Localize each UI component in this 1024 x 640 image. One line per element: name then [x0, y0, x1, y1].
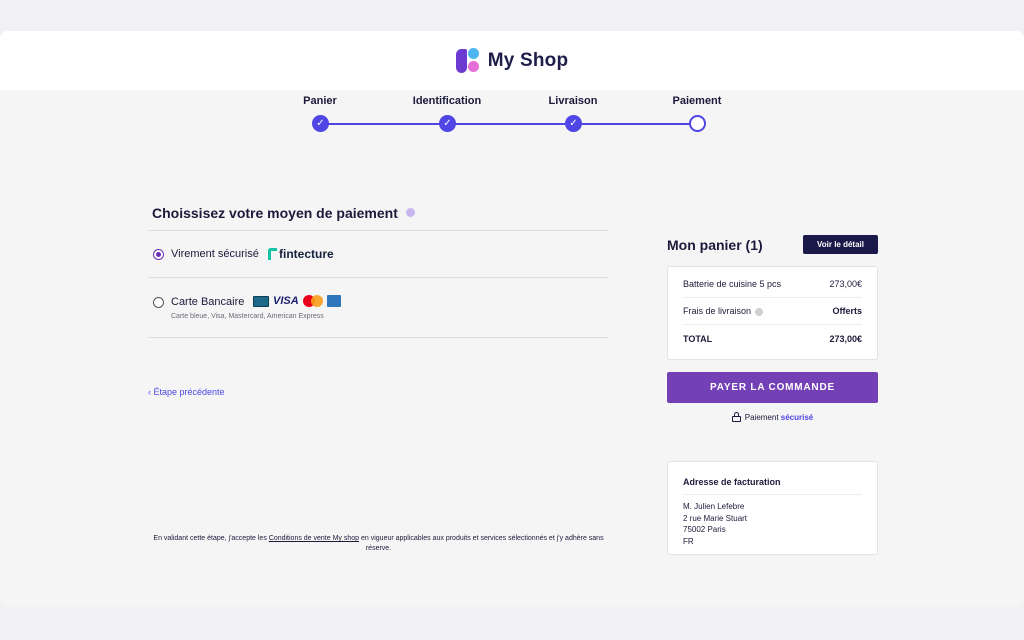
total-value: 273,00€: [829, 333, 862, 344]
stepper-line: [320, 123, 698, 125]
cart-header: Mon panier (1) Voir le détail: [667, 235, 878, 254]
address-line: 2 rue Marie Stuart: [683, 513, 748, 523]
radio-card[interactable]: [153, 297, 164, 308]
view-detail-button[interactable]: Voir le détail: [803, 235, 878, 254]
brand-name: My Shop: [487, 49, 569, 71]
fintecture-icon: [268, 248, 277, 260]
check-icon: ✓: [565, 115, 582, 132]
amex-icon: [326, 295, 341, 307]
carte-bleue-icon: [253, 295, 269, 307]
payment-option-transfer[interactable]: Virement sécurisé fintecture: [148, 230, 609, 277]
legal-text: En validant cette étape, j'accepte les: [153, 535, 269, 542]
step-panier[interactable]: Panier ✓: [265, 95, 375, 132]
summary-row: Batterie de cuisine 5 pcs 273,00€: [683, 271, 862, 298]
shipping-label: Frais de livraison: [683, 306, 752, 316]
shipping-value: Offerts: [832, 306, 862, 316]
cart-title: Mon panier (1): [667, 236, 763, 253]
info-icon[interactable]: [755, 307, 764, 316]
secure-highlight: sécurisé: [780, 412, 814, 422]
billing-address-card: Adresse de facturation M. Julien Lefebre…: [667, 461, 878, 555]
step-identification[interactable]: Identification ✓: [392, 95, 502, 132]
legal-text: en vigueur applicables aux produits et s…: [359, 535, 604, 552]
step-label: Identification: [412, 95, 482, 107]
payment-option-card[interactable]: Carte Bancaire VISA Carte bleue, Visa, M…: [148, 277, 609, 337]
option-label: Virement sécurisé: [171, 248, 259, 260]
address-line: M. Julien Lefebre: [683, 502, 745, 511]
summary-row: TOTAL 273,00€: [683, 325, 862, 352]
check-icon: ✓: [312, 115, 329, 132]
payment-title: Choissisez votre moyen de paiement: [148, 195, 609, 230]
address-line: 75002 Paris: [683, 525, 726, 534]
previous-step-link[interactable]: ‹ Étape précédente: [148, 387, 225, 397]
checkout-stepper: Panier ✓ Identification ✓ Livraison ✓ Pa…: [290, 95, 730, 140]
pay-order-button[interactable]: PAYER LA COMMANDE: [667, 372, 878, 403]
summary-row: Frais de livraison Offerts: [683, 298, 862, 325]
step-label: Panier: [303, 95, 337, 107]
step-label: Livraison: [548, 95, 598, 107]
header: My Shop: [0, 31, 1024, 90]
card-logos: VISA: [253, 295, 341, 307]
radio-transfer[interactable]: [153, 249, 164, 260]
payment-method-section: Choissisez votre moyen de paiement Virem…: [148, 195, 609, 397]
address-line: FR: [683, 536, 694, 546]
total-label: TOTAL: [683, 333, 713, 344]
legal-notice: En validant cette étape, j'accepte les C…: [148, 534, 609, 554]
check-icon: ✓: [439, 115, 456, 132]
info-icon[interactable]: [405, 208, 415, 217]
visa-icon: VISA: [273, 295, 299, 307]
step-label: Paiement: [672, 95, 722, 107]
option-label: Carte Bancaire: [171, 296, 245, 308]
option-sub-label: Carte bleue, Visa, Mastercard, American …: [171, 313, 324, 320]
divider: [148, 337, 609, 338]
item-value: 273,00€: [829, 279, 862, 289]
lock-icon: [731, 412, 741, 422]
brand-logo[interactable]: My Shop: [455, 47, 569, 75]
secure-prefix: Paiement: [744, 412, 779, 422]
order-summary: Batterie de cuisine 5 pcs 273,00€ Frais …: [667, 266, 878, 360]
payment-title-text: Choissisez votre moyen de paiement: [152, 204, 398, 221]
current-step-circle-icon: [689, 115, 706, 132]
mastercard-icon: [302, 295, 323, 307]
logo-icon: [455, 47, 482, 75]
step-paiement: Paiement: [642, 95, 752, 132]
cart-panel: Mon panier (1) Voir le détail Batterie d…: [667, 235, 878, 422]
secure-payment-note: Paiement sécurisé: [667, 412, 878, 422]
billing-title: Adresse de facturation: [683, 477, 862, 495]
fintecture-text: fintecture: [279, 247, 334, 261]
fintecture-logo: fintecture: [268, 247, 334, 261]
item-label: Batterie de cuisine 5 pcs: [683, 279, 782, 289]
step-livraison[interactable]: Livraison ✓: [518, 95, 628, 132]
terms-link[interactable]: Conditions de vente My shop: [269, 535, 359, 542]
